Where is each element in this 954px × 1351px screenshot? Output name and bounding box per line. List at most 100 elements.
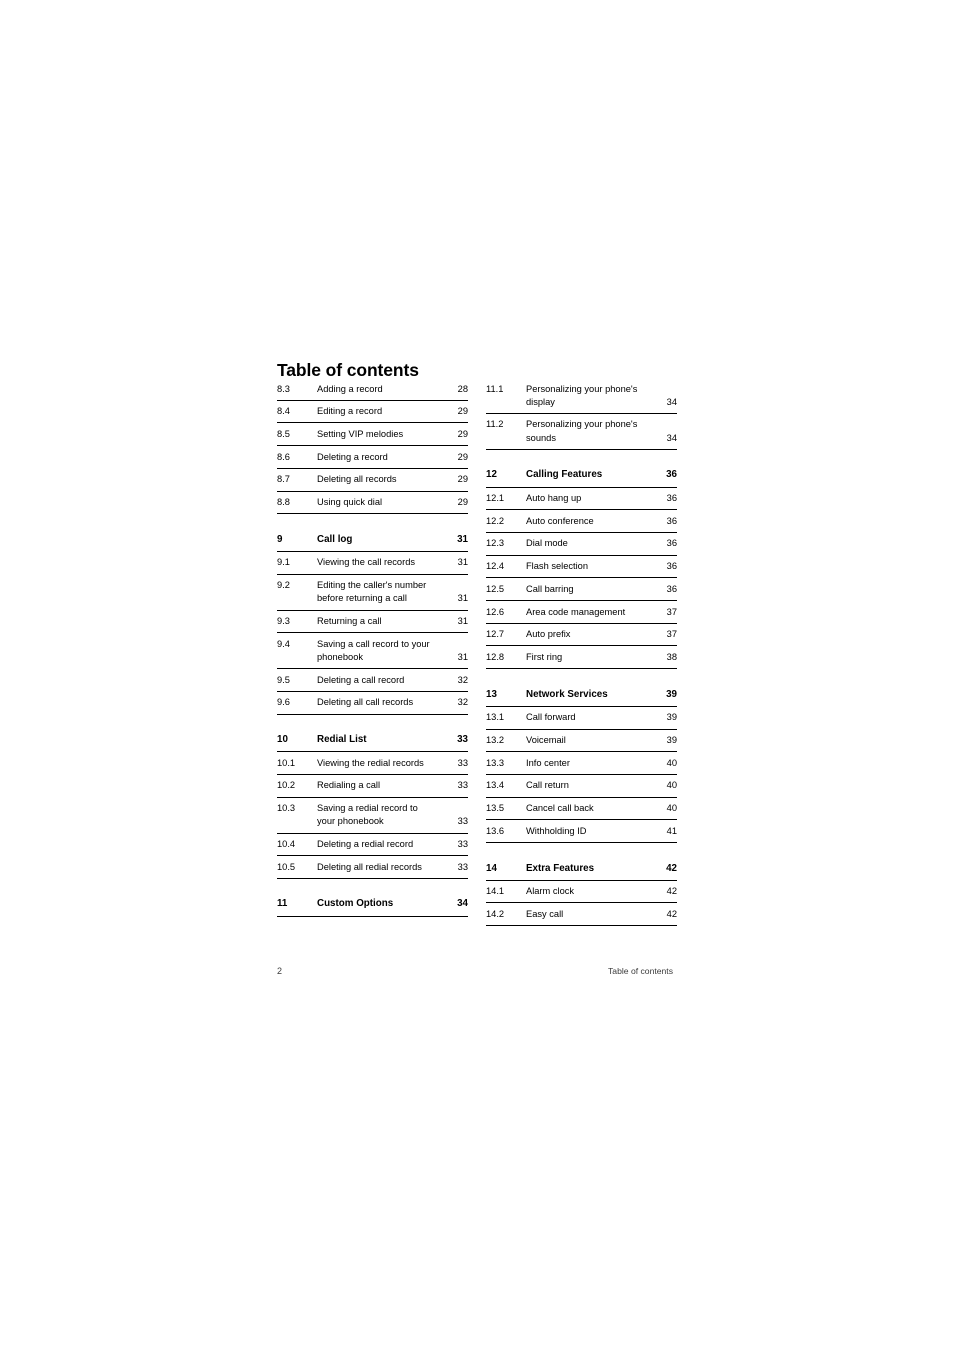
toc-entry-page-number: 40 bbox=[666, 757, 677, 768]
toc-entry-inner: 9.6 Deleting all call records 32 bbox=[277, 692, 468, 714]
toc-entry-page-number: 29 bbox=[457, 474, 468, 485]
toc-entry-page-number: 33 bbox=[457, 734, 468, 746]
toc-entry-row[interactable]: 10.5 Deleting all redial records 33 bbox=[277, 856, 468, 879]
toc-entry-number: 12.2 bbox=[486, 515, 505, 526]
toc-entry-inner: 9.3 Returning a call 31 bbox=[277, 611, 468, 633]
toc-entry-label: Call log bbox=[317, 533, 353, 545]
toc-entry-label: Call barring bbox=[526, 583, 574, 594]
toc-entry-row[interactable]: 8.7 Deleting all records 29 bbox=[277, 469, 468, 492]
toc-column-left: 8.3 Adding a record 28 8.4 Editing a record 2… bbox=[277, 378, 468, 917]
toc-entry-page-number: 40 bbox=[666, 803, 677, 814]
footer-page-number: 2 bbox=[277, 966, 283, 976]
toc-entry-inner: 8.3 Adding a record 28 bbox=[277, 378, 468, 400]
toc-entry-label: Setting VIP melodies bbox=[317, 428, 404, 439]
toc-entry-row[interactable]: 11.2 Personalizing your phone's sounds 34 bbox=[486, 414, 677, 450]
toc-entry-row[interactable]: 13.1 Call forward 39 bbox=[486, 707, 677, 730]
toc-entry-label: Deleting a record bbox=[317, 451, 388, 462]
toc-entry-row[interactable]: 10.1 Viewing the redial records 33 bbox=[277, 752, 468, 775]
toc-section-row[interactable]: 11 Custom Options 34 bbox=[277, 892, 468, 917]
toc-entry-number: 11.1 bbox=[486, 383, 504, 394]
toc-entry-row[interactable]: 13.4 Call return 40 bbox=[486, 775, 677, 798]
toc-entry-row[interactable]: 12.6 Area code management 37 bbox=[486, 601, 677, 624]
toc-entry-row[interactable]: 8.5 Setting VIP melodies 29 bbox=[277, 423, 468, 447]
toc-section-row[interactable]: 13 Network Services 39 bbox=[486, 682, 677, 707]
toc-entry-row[interactable]: 9.4 Saving a call record to your phoneboo… bbox=[277, 633, 468, 670]
toc-entry-label: Editing the caller's number before retur… bbox=[317, 580, 427, 604]
toc-entry-row[interactable]: 13.2 Voicemail 39 bbox=[486, 730, 677, 753]
toc-entry-number: 14 bbox=[486, 862, 497, 874]
toc-entry-page-number: 31 bbox=[457, 557, 468, 568]
toc-entry-row[interactable]: 9.5 Deleting a call record 32 bbox=[277, 669, 468, 692]
toc-entry-label: Viewing the call records bbox=[317, 557, 416, 568]
toc-entry-label: Redialing a call bbox=[317, 780, 381, 791]
toc-entry-inner: 8.6 Deleting a record 29 bbox=[277, 446, 468, 468]
toc-entry-label: Viewing the redial records bbox=[317, 757, 424, 768]
toc-entry-row[interactable]: 13.6 Withholding ID 41 bbox=[486, 820, 677, 844]
toc-entry-row[interactable]: 9.1 Viewing the call records 31 bbox=[277, 552, 468, 575]
toc-entry-row[interactable]: 13.5 Cancel call back 40 bbox=[486, 798, 677, 821]
toc-entry-label: Adding a record bbox=[317, 383, 383, 394]
toc-section-row[interactable]: 10 Redial List 33 bbox=[277, 728, 468, 753]
toc-entry-label: Extra Features bbox=[526, 862, 595, 874]
toc-entry-label: Using quick dial bbox=[317, 497, 383, 508]
toc-entry-inner: 10.2 Redialing a call 33 bbox=[277, 775, 468, 797]
toc-entry-page-number: 29 bbox=[457, 451, 468, 462]
toc-entry-label: Info center bbox=[526, 757, 570, 768]
toc-entry-page-number: 36 bbox=[666, 469, 677, 481]
toc-entry-row[interactable]: 12.5 Call barring 36 bbox=[486, 578, 677, 602]
toc-entry-page-number: 32 bbox=[457, 697, 468, 708]
toc-entry-page-number: 31 bbox=[457, 616, 468, 627]
toc-entry-row[interactable]: 9.2 Editing the caller's number before re… bbox=[277, 575, 468, 611]
toc-entry-number: 10.2 bbox=[277, 780, 296, 791]
toc-entry-inner: 12.5 Call barring 36 bbox=[486, 578, 677, 600]
toc-section-row[interactable]: 12 Calling Features 36 bbox=[486, 463, 677, 488]
toc-entry-inner: 10.4 Deleting a redial record 33 bbox=[277, 834, 468, 856]
toc-entry-row[interactable]: 9.3 Returning a call 31 bbox=[277, 611, 468, 634]
toc-entry-row[interactable]: 12.7 Auto prefix 37 bbox=[486, 624, 677, 647]
toc-entry-label: Deleting all call records bbox=[317, 697, 414, 708]
toc-entry-row[interactable]: 12.1 Auto hang up 36 bbox=[486, 488, 677, 511]
toc-entry-inner: 13.4 Call return 40 bbox=[486, 775, 677, 797]
toc-entry-label: Personalizing your phone's sounds bbox=[526, 419, 638, 443]
toc-entry-inner: 11.2 Personalizing your phone's sounds 34 bbox=[486, 414, 677, 449]
toc-entry-label: Returning a call bbox=[317, 616, 382, 627]
toc-section-row[interactable]: 14 Extra Features 42 bbox=[486, 856, 677, 881]
toc-section-row[interactable]: 9 Call log 31 bbox=[277, 527, 468, 552]
toc-entry-inner: 8.4 Editing a record 29 bbox=[277, 401, 468, 423]
toc-entry-row[interactable]: 12.8 First ring 38 bbox=[486, 646, 677, 670]
toc-entry-row[interactable]: 10.2 Redialing a call 33 bbox=[277, 775, 468, 798]
toc-entry-row[interactable]: 8.3 Adding a record 28 bbox=[277, 378, 468, 401]
toc-entry-page-number: 29 bbox=[457, 406, 468, 417]
toc-entry-row[interactable]: 13.3 Info center 40 bbox=[486, 752, 677, 775]
toc-entry-row[interactable]: 10.3 Saving a redial record to your phone… bbox=[277, 798, 468, 834]
toc-entry-row[interactable]: 10.4 Deleting a redial record 33 bbox=[277, 834, 468, 857]
toc-entry-label: Withholding ID bbox=[526, 825, 587, 836]
toc-entry-inner: 12.2 Auto conference 36 bbox=[486, 510, 677, 532]
toc-entry-row[interactable]: 8.6 Deleting a record 29 bbox=[277, 446, 468, 469]
toc-entry-label: Alarm clock bbox=[526, 886, 575, 897]
toc-entry-label: Deleting a call record bbox=[317, 674, 405, 685]
toc-entry-label: First ring bbox=[526, 651, 563, 662]
document-page: Table of contents 8.3 Adding a record 28 8.… bbox=[0, 0, 954, 1351]
toc-entry-row[interactable]: 14.2 Easy call 42 bbox=[486, 903, 677, 927]
toc-entry-number: 12.1 bbox=[486, 493, 505, 504]
toc-entry-row[interactable]: 11.1 Personalizing your phone's display 34 bbox=[486, 378, 677, 414]
toc-entry-label: Call return bbox=[526, 780, 569, 791]
toc-entry-number: 9.3 bbox=[277, 616, 290, 627]
toc-entry-row[interactable]: 12.4 Flash selection 36 bbox=[486, 556, 677, 579]
toc-entry-inner: 9.2 Editing the caller's number before re… bbox=[277, 575, 468, 610]
toc-entry-number: 10.1 bbox=[277, 757, 296, 768]
toc-entry-row[interactable]: 12.3 Dial mode 36 bbox=[486, 533, 677, 556]
toc-entry-page-number: 41 bbox=[666, 825, 677, 836]
toc-entry-row[interactable]: 14.1 Alarm clock 42 bbox=[486, 881, 677, 904]
toc-entry-row[interactable]: 12.2 Auto conference 36 bbox=[486, 510, 677, 533]
toc-entry-page-number: 36 bbox=[666, 561, 677, 572]
toc-entry-row[interactable]: 8.4 Editing a record 29 bbox=[277, 401, 468, 424]
toc-entry-row[interactable]: 9.6 Deleting all call records 32 bbox=[277, 692, 468, 715]
toc-entry-inner: 9.4 Saving a call record to your phoneboo… bbox=[277, 633, 468, 668]
toc-entry-row[interactable]: 8.8 Using quick dial 29 bbox=[277, 492, 468, 515]
toc-entry-inner: 9 Call log 31 bbox=[277, 527, 468, 551]
toc-entry-label: Deleting a redial record bbox=[317, 839, 414, 850]
toc-entry-number: 9 bbox=[277, 533, 283, 545]
toc-entry-page-number: 38 bbox=[666, 651, 677, 662]
